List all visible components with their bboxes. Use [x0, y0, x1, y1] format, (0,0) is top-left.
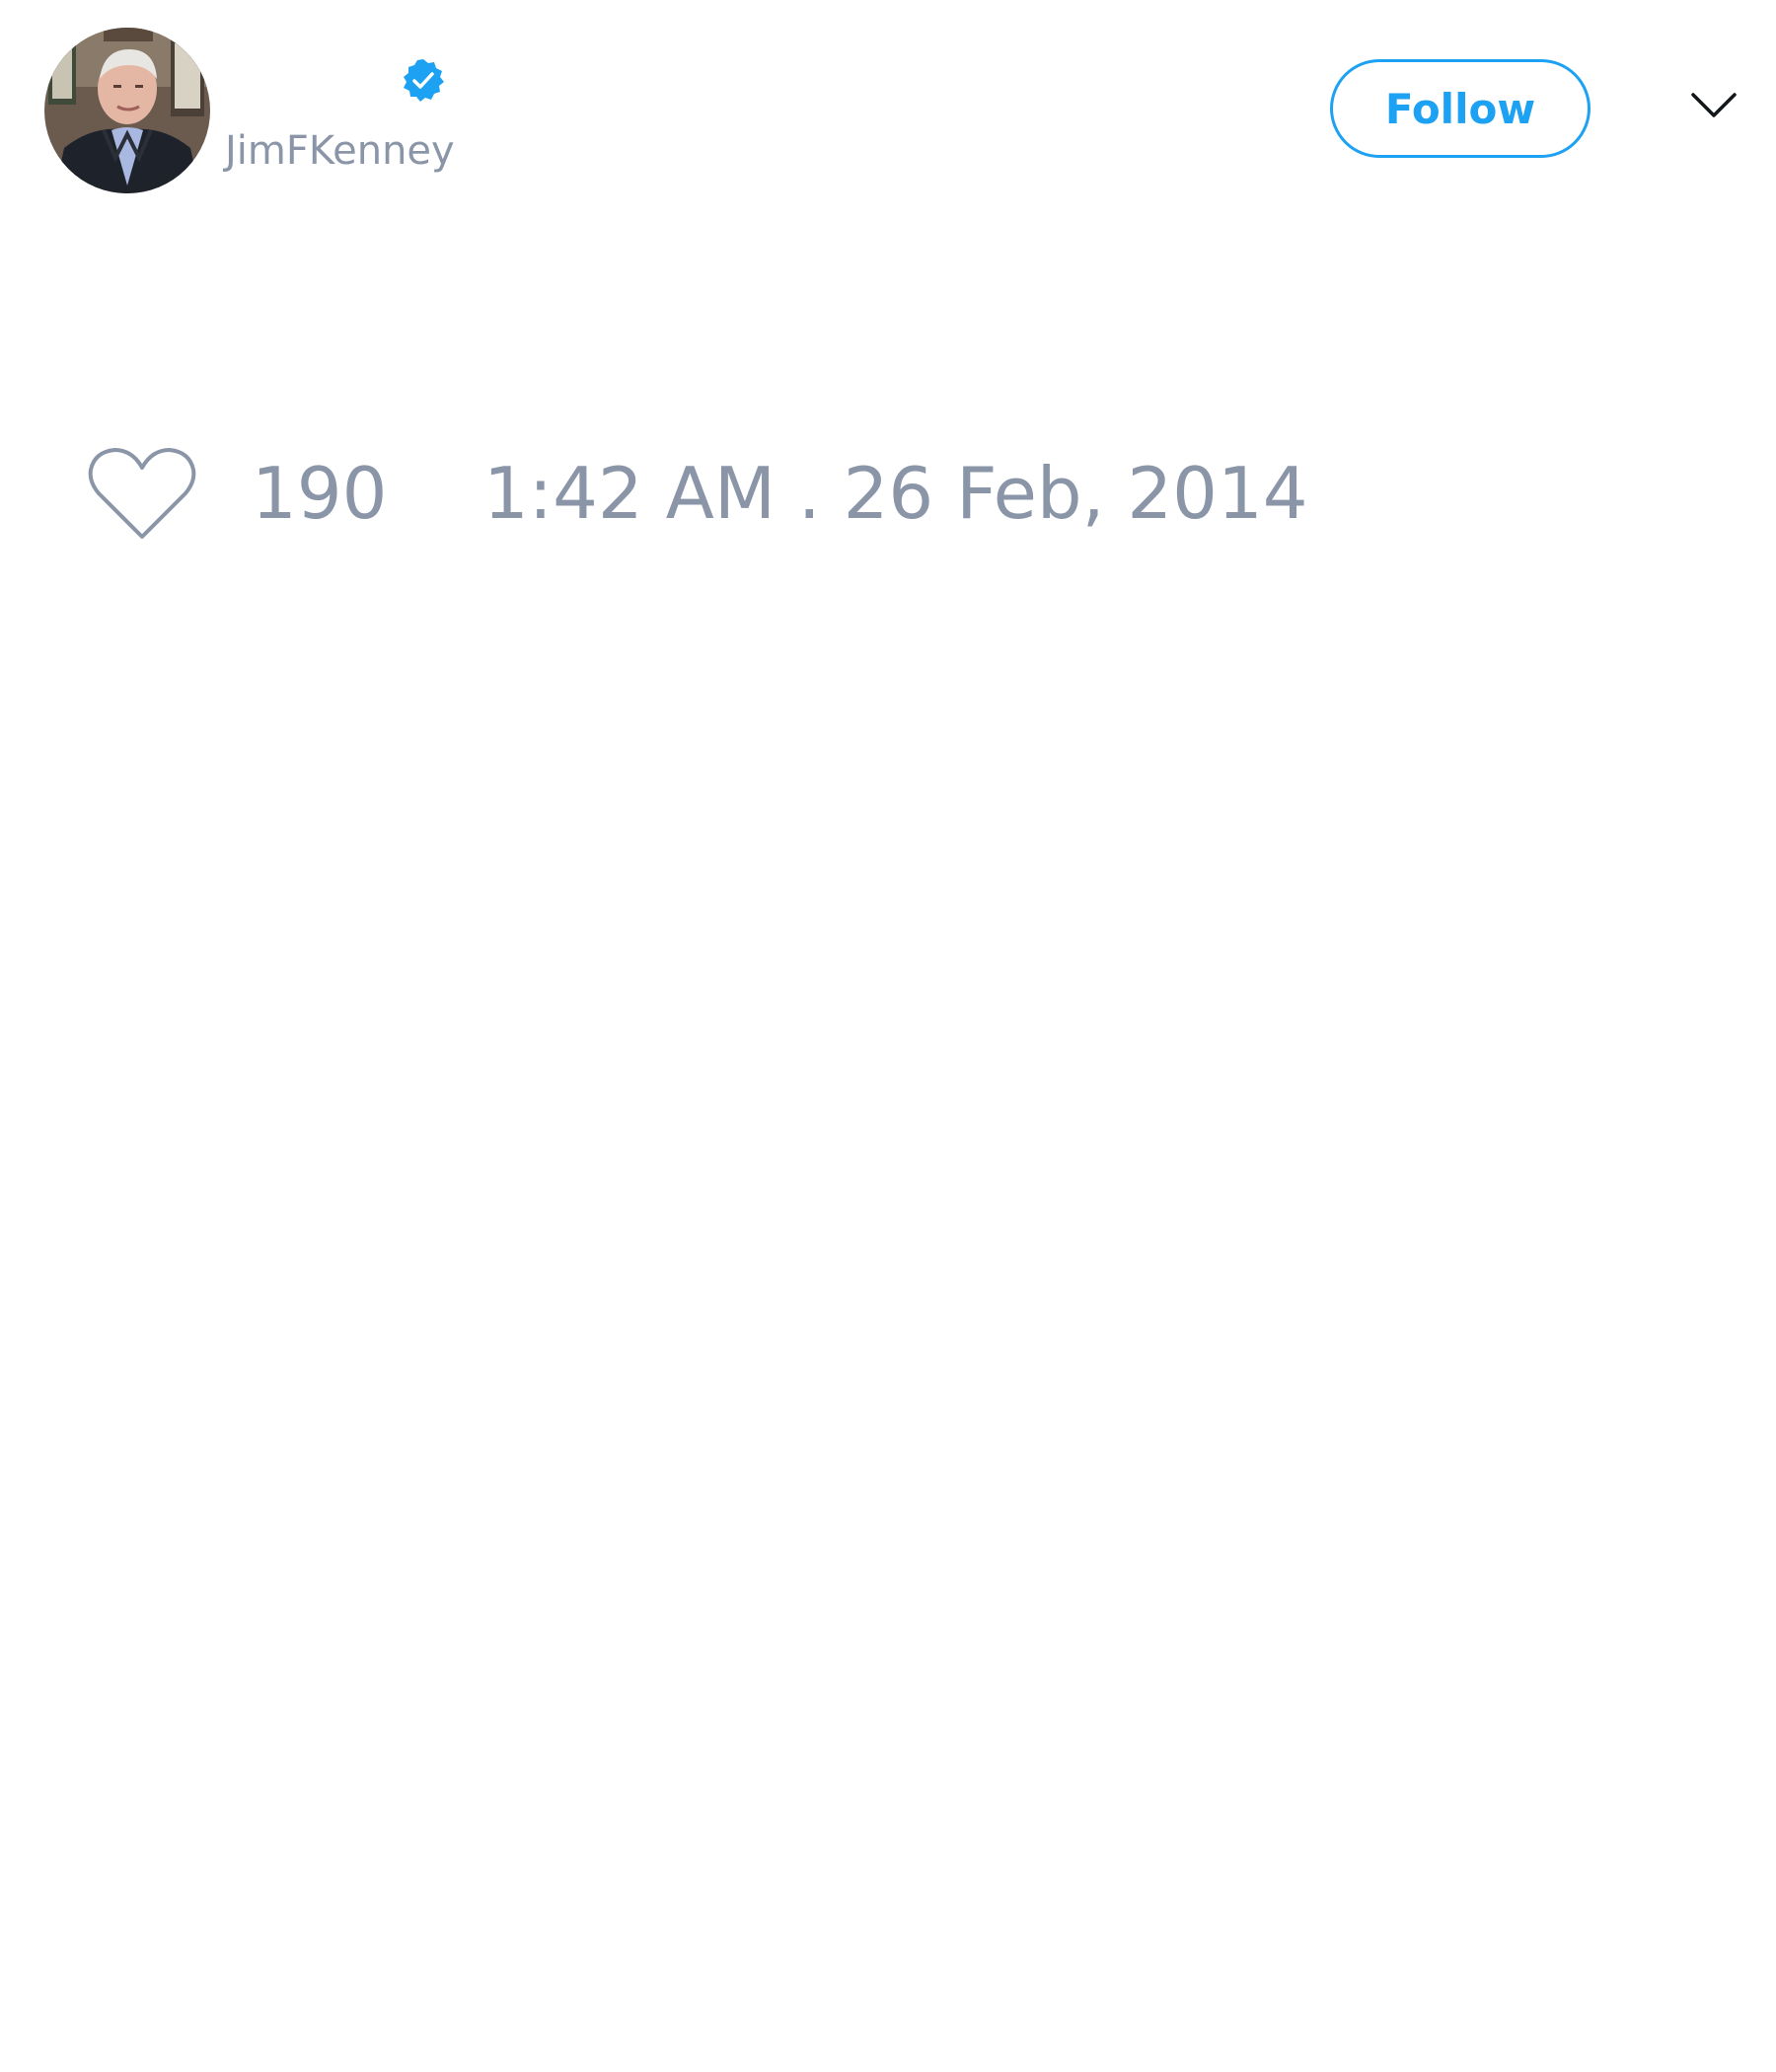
tweet-actions: 190 1:42 AM . 26 Feb, 2014 — [0, 434, 1776, 553]
verified-badge-icon — [401, 57, 446, 103]
user-handle[interactable]: JimFKenney — [225, 126, 455, 176]
avatar[interactable] — [44, 28, 210, 193]
tweet-header: JimFKenney Follow — [0, 0, 1776, 227]
heart-icon[interactable] — [87, 446, 197, 545]
chevron-down-icon[interactable] — [1689, 87, 1739, 126]
like-count: 190 — [252, 452, 388, 535]
follow-button[interactable]: Follow — [1330, 59, 1591, 158]
tweet-timestamp[interactable]: 1:42 AM . 26 Feb, 2014 — [483, 454, 1308, 533]
